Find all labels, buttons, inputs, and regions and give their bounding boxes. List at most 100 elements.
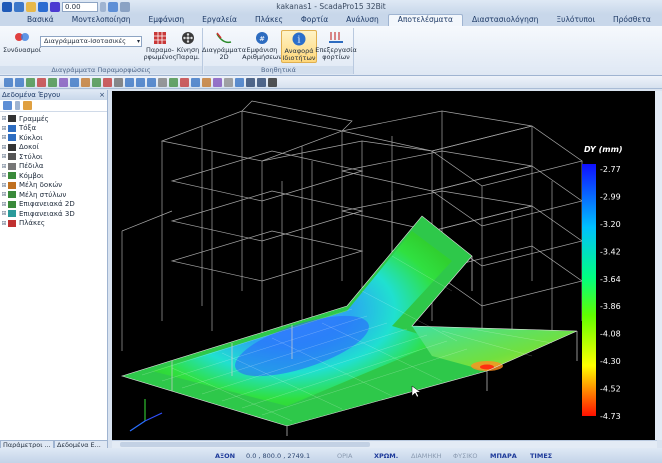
tab-2[interactable]: Εμφάνιση <box>140 14 194 26</box>
scrollbar-thumb[interactable] <box>120 442 370 447</box>
tab-1[interactable]: Μοντελοποίηση <box>63 14 140 26</box>
select-icon[interactable] <box>114 77 123 87</box>
elevation-input[interactable]: 0.00 <box>62 2 98 12</box>
tree-item[interactable]: ⊞ Πέδιλα <box>0 162 107 172</box>
tree-item[interactable]: ⊞ Επιφανειακά 2D <box>0 200 107 210</box>
deformed-button[interactable]: Παραμο-ρφωμένος <box>144 30 176 61</box>
beam-icon[interactable] <box>70 77 79 87</box>
panel-close-icon[interactable]: × <box>99 90 105 100</box>
expand-icon[interactable]: ⊞ <box>0 210 8 217</box>
tree-item[interactable]: ⊞ Μέλη στύλων <box>0 190 107 200</box>
down-arrow-icon[interactable] <box>50 2 60 12</box>
show-numbering-button[interactable]: # Εμφάνιση Αριθμήσεων <box>242 30 282 61</box>
erase-icon[interactable] <box>103 77 112 87</box>
tab-4[interactable]: Πλάκες <box>246 14 292 26</box>
dropdown-icon[interactable] <box>100 2 106 12</box>
polyline-icon[interactable] <box>15 77 24 87</box>
grid-icon[interactable] <box>224 77 233 87</box>
column-icon[interactable] <box>81 77 90 87</box>
tree-item[interactable]: ⊞ Τόξα <box>0 124 107 134</box>
status-xrom[interactable]: ΧΡΩΜ. <box>374 452 398 460</box>
circle-icon[interactable] <box>48 77 57 87</box>
status-axon[interactable]: ΑΞΟΝ <box>215 452 235 460</box>
tree-item-icon <box>8 200 16 208</box>
arc-icon[interactable] <box>26 77 35 87</box>
project-data-panel: Δεδομένα Έργου × ⊞ Γραμμές ⊞ Τόξα ⊞ Κύκλοι ⊞ Δο… <box>0 90 108 450</box>
3d-viewport[interactable]: DY (mm) -2.77 -2.99 -3.20 -3.42 -3.64 -3.86 -4… <box>112 91 657 440</box>
tree-item[interactable]: ⊞ Κόμβοι <box>0 171 107 181</box>
model-canvas[interactable]: DY (mm) -2.77 -2.99 -3.20 -3.42 -3.64 -3.86 -4… <box>112 91 657 440</box>
status-times[interactable]: ΤΙΜΕΣ <box>530 452 552 460</box>
zoom-window-icon[interactable] <box>147 77 156 87</box>
view-top-icon[interactable] <box>191 77 200 87</box>
status-fysiko[interactable]: ΦΥΣΙΚΟ <box>453 452 478 460</box>
open-icon[interactable] <box>26 2 36 12</box>
redo-icon[interactable] <box>257 77 266 87</box>
tab-6[interactable]: Ανάλυση <box>337 14 388 26</box>
animate-deformed-button[interactable]: Κίνηση Παραμ. <box>174 30 202 61</box>
expand-icon[interactable]: ⊞ <box>0 115 8 122</box>
expand-icon[interactable]: ⊞ <box>0 191 8 198</box>
expand-icon[interactable]: ⊞ <box>0 144 8 151</box>
tree-item[interactable]: ⊞ Πλάκες <box>0 219 107 229</box>
up-arrow-icon[interactable] <box>38 2 48 12</box>
zoom-in-icon[interactable] <box>125 77 134 87</box>
status-oria[interactable]: ΟΡΙΑ <box>337 452 352 460</box>
pan-icon[interactable] <box>158 77 167 87</box>
tree-item[interactable]: ⊞ Επιφανειακά 3D <box>0 209 107 219</box>
tab-9[interactable]: Ξυλότυποι <box>547 14 604 26</box>
tab-3[interactable]: Εργαλεία <box>193 14 246 26</box>
rotate-icon[interactable] <box>169 77 178 87</box>
expand-icon[interactable]: ⊞ <box>0 201 8 208</box>
refresh-icon[interactable] <box>23 101 32 110</box>
expand-icon[interactable]: ⊞ <box>0 125 8 132</box>
undo-icon[interactable] <box>246 77 255 87</box>
status-mpara[interactable]: ΜΠΑΡΑ <box>490 452 517 460</box>
properties-report-button[interactable]: i Αναφορά Ιδιοτήτων <box>281 30 317 63</box>
tab-5[interactable]: Φορτία <box>292 14 337 26</box>
view-3d-icon[interactable] <box>180 77 189 87</box>
deformed-structure-icon <box>154 32 166 44</box>
expand-icon[interactable]: ⊞ <box>0 220 8 227</box>
view-icon[interactable] <box>108 2 118 12</box>
line-icon[interactable] <box>4 77 13 87</box>
expand-icon[interactable]: ⊞ <box>0 172 8 179</box>
zoom-out-icon[interactable] <box>136 77 145 87</box>
measure-icon[interactable] <box>202 77 211 87</box>
snap-icon[interactable] <box>213 77 222 87</box>
save-icon[interactable] <box>14 2 24 12</box>
diagram-type-select[interactable]: Διαγράμματα-Ισοτασικές ▾ <box>40 36 142 47</box>
node-icon[interactable] <box>59 77 68 87</box>
tree-item[interactable]: ⊞ Μέλη δοκών <box>0 181 107 191</box>
rect-icon[interactable] <box>37 77 46 87</box>
horizontal-scrollbar[interactable] <box>112 440 657 448</box>
tree-item[interactable]: ⊞ Δοκοί <box>0 143 107 153</box>
dropdown-icon[interactable] <box>15 101 20 110</box>
filter-icon[interactable] <box>3 101 12 110</box>
expand-icon[interactable]: ⊞ <box>0 182 8 189</box>
tree-item[interactable]: ⊞ Κύκλοι <box>0 133 107 143</box>
slab-icon[interactable] <box>92 77 101 87</box>
tree-item[interactable]: ⊞ Στύλοι <box>0 152 107 162</box>
expand-icon[interactable]: ⊞ <box>0 134 8 141</box>
delete-icon[interactable] <box>268 77 277 87</box>
print-icon[interactable] <box>120 2 130 12</box>
vertical-scrollbar[interactable] <box>655 91 662 440</box>
layer-icon[interactable] <box>235 77 244 87</box>
expand-icon[interactable]: ⊞ <box>0 163 8 170</box>
tab-10[interactable]: Πρόσθετα <box>604 14 660 26</box>
edit-loads-button[interactable]: Επεξεργασία φορτίων <box>315 30 357 61</box>
properties-report-label: Αναφορά Ιδιοτήτων <box>282 47 316 62</box>
diagrams-2d-button[interactable]: Διαγράμματα 2D <box>202 30 246 61</box>
combinations-button[interactable]: Συνδυασμοί <box>3 30 41 54</box>
group-diagrams-label: Διαγράμματα Παραμορφώσεις <box>0 66 202 74</box>
tab-8[interactable]: Διαστασιολόγηση <box>463 14 547 26</box>
app-logo-icon[interactable] <box>2 2 12 12</box>
tab-0[interactable]: Βασικά <box>18 14 63 26</box>
tab-7[interactable]: Αποτελέσματα <box>387 14 463 26</box>
status-diamini[interactable]: ΔΙΑΜΗΚΗ <box>411 452 441 460</box>
tree-item[interactable]: ⊞ Γραμμές <box>0 114 107 124</box>
expand-icon[interactable]: ⊞ <box>0 153 8 160</box>
legend-labels: -2.77 -2.99 -3.20 -3.42 -3.64 -3.86 -4.08 -4.30… <box>600 165 621 421</box>
tree-item-icon <box>8 134 16 142</box>
